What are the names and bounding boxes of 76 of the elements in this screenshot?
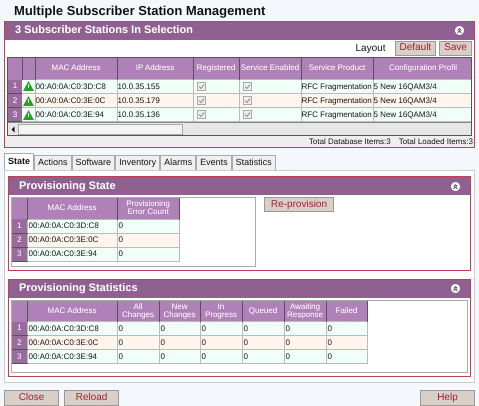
checkbox[interactable] <box>242 82 252 90</box>
table-cell: 0 <box>326 350 367 364</box>
table-cell: 00:A0:0A:C0:3E:0C <box>27 233 117 247</box>
page-title: Multiple Subscriber Station Management <box>13 2 266 20</box>
tab[interactable]: State <box>4 153 34 170</box>
table-cell: 0 <box>159 350 200 364</box>
table-cell: 00:A0:0A:C0:3D:C8 <box>27 322 117 336</box>
panel-title: Provisioning State <box>19 178 116 194</box>
tab[interactable]: Events <box>196 155 232 170</box>
layout-label: Layout <box>355 42 386 56</box>
panel-title: 3 Subscriber Stations In Selection <box>15 23 193 38</box>
table-cell: 0 <box>242 350 284 364</box>
button[interactable]: Save <box>439 40 472 56</box>
button[interactable]: Close <box>4 390 59 406</box>
total-label: Total Loaded Items:3 <box>398 138 473 146</box>
column-header: Awaiting Response <box>284 300 326 322</box>
tab[interactable]: Software <box>72 155 116 170</box>
table-cell: 00:A0:0A:C0:3D:C8 <box>35 80 117 94</box>
checkbox[interactable] <box>196 82 206 90</box>
row-number: 1 <box>12 219 27 233</box>
checkbox[interactable] <box>196 110 206 118</box>
header-cell <box>12 300 27 322</box>
row-number: 2 <box>12 233 27 247</box>
row-number: 3 <box>12 247 27 261</box>
collapse-icon[interactable] <box>451 284 460 293</box>
tab[interactable]: Actions <box>34 155 72 170</box>
table-cell: 0 <box>117 233 179 247</box>
total-label: Total Database Items:3 <box>308 138 391 146</box>
panel-title: Provisioning Statistics <box>19 281 138 296</box>
collapse-icon[interactable] <box>451 182 460 190</box>
table-cell: 00:A0:0A:C0:3D:C8 <box>27 219 117 233</box>
checkbox[interactable] <box>196 96 206 104</box>
column-header: Provisioning Error Count <box>117 198 179 219</box>
table-cell: 0 <box>117 350 159 364</box>
table-cell: 10.0.35.155 <box>117 80 193 94</box>
row-number: 1 <box>8 80 22 94</box>
warning-icon <box>23 110 34 120</box>
column-header: Service Product <box>301 58 373 80</box>
row-number: 2 <box>12 336 27 350</box>
table-cell: 0 <box>200 350 242 364</box>
tab[interactable]: Inventory <box>115 155 160 170</box>
column-header: MAC Address <box>27 300 117 322</box>
column-header: In Progress <box>200 300 242 322</box>
tab[interactable]: Alarms <box>160 155 196 170</box>
horizontal-scrollbar[interactable] <box>8 122 471 135</box>
button[interactable]: Help <box>420 390 475 406</box>
table-cell: RFC Fragmentation <box>301 80 373 94</box>
table-cell: 0 <box>117 219 179 233</box>
button[interactable]: Reload <box>64 390 119 406</box>
collapse-icon[interactable] <box>455 26 464 35</box>
row-number: 3 <box>12 350 27 364</box>
column-header: Registered <box>193 58 239 80</box>
table-cell: 00:A0:0A:C0:3E:94 <box>27 350 117 364</box>
column-header: All Changes <box>117 300 159 322</box>
row-number: 3 <box>8 108 22 122</box>
row-number: 1 <box>12 322 27 336</box>
row-number: 2 <box>8 94 22 108</box>
button[interactable]: Re-provision <box>264 197 334 212</box>
column-header: MAC Address <box>35 58 117 80</box>
column-header: Failed <box>326 300 367 322</box>
warning-icon <box>23 96 34 106</box>
warning-icon <box>23 81 34 92</box>
tab[interactable]: Statistics <box>232 155 276 170</box>
column-header: Configuration Profil <box>373 58 471 80</box>
column-header: Service Enabled <box>239 58 301 80</box>
column-header: New Changes <box>159 300 200 322</box>
table-cell: 0 <box>117 247 179 261</box>
table-cell: 0 <box>284 350 326 364</box>
checkbox[interactable] <box>242 96 252 104</box>
checkbox[interactable] <box>242 110 252 118</box>
table-cell: 00:A0:0A:C0:3E:94 <box>27 247 117 261</box>
column-header: Queued <box>242 300 284 322</box>
button[interactable]: Default <box>394 40 436 56</box>
column-header: MAC Address <box>27 198 117 219</box>
column-header: IP Address <box>117 58 193 80</box>
header-cell <box>12 198 27 219</box>
